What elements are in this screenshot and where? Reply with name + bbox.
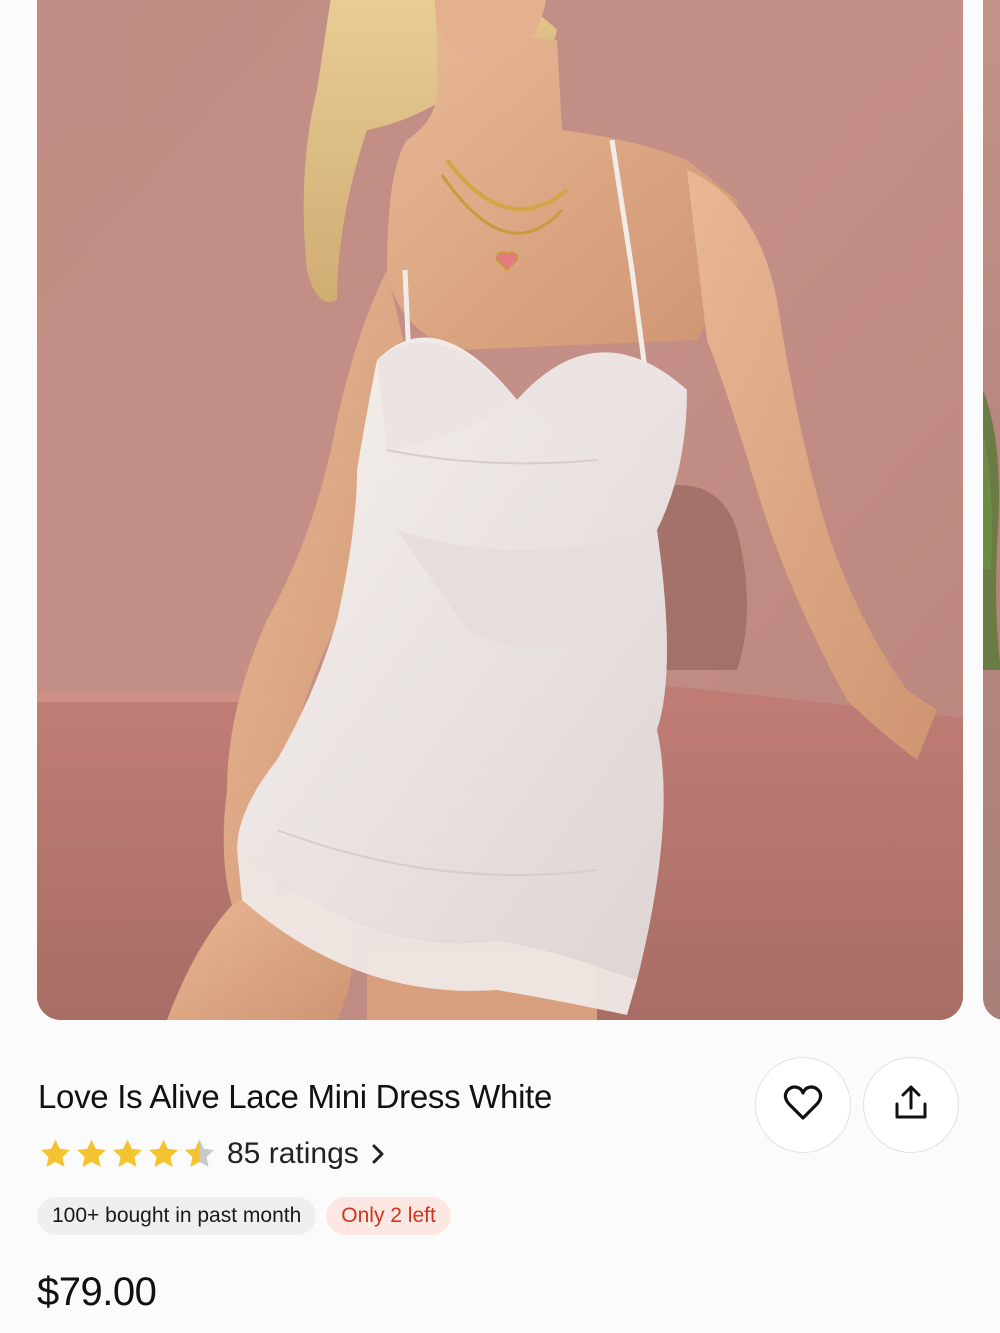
stock-badge: Only 2 left: [326, 1197, 451, 1235]
star-icon: [74, 1137, 109, 1171]
product-price: $79.00: [37, 1270, 157, 1314]
product-image[interactable]: [37, 0, 963, 1020]
image-gallery[interactable]: [0, 0, 1000, 1022]
heart-icon: [783, 1084, 823, 1126]
star-icon: [110, 1137, 145, 1171]
next-image-peek[interactable]: [983, 0, 1000, 1020]
favorite-button[interactable]: [755, 1057, 851, 1153]
share-button[interactable]: [863, 1057, 959, 1153]
product-title: Love Is Alive Lace Mini Dress White: [38, 1078, 553, 1115]
star-icon: [146, 1137, 181, 1171]
product-actions: [755, 1057, 959, 1153]
product-rating[interactable]: 85 ratings: [38, 1134, 385, 1174]
star-icon: [38, 1137, 73, 1171]
share-icon: [892, 1084, 930, 1127]
chevron-right-icon[interactable]: [371, 1143, 385, 1165]
rating-count[interactable]: 85 ratings: [227, 1137, 359, 1171]
product-badges: 100+ bought in past month Only 2 left: [37, 1197, 451, 1235]
bought-badge: 100+ bought in past month: [37, 1197, 317, 1235]
product-page: Love Is Alive Lace Mini Dress White 85 r…: [0, 0, 1000, 1333]
half-star-icon: [182, 1137, 217, 1171]
star-rating: [38, 1137, 217, 1171]
